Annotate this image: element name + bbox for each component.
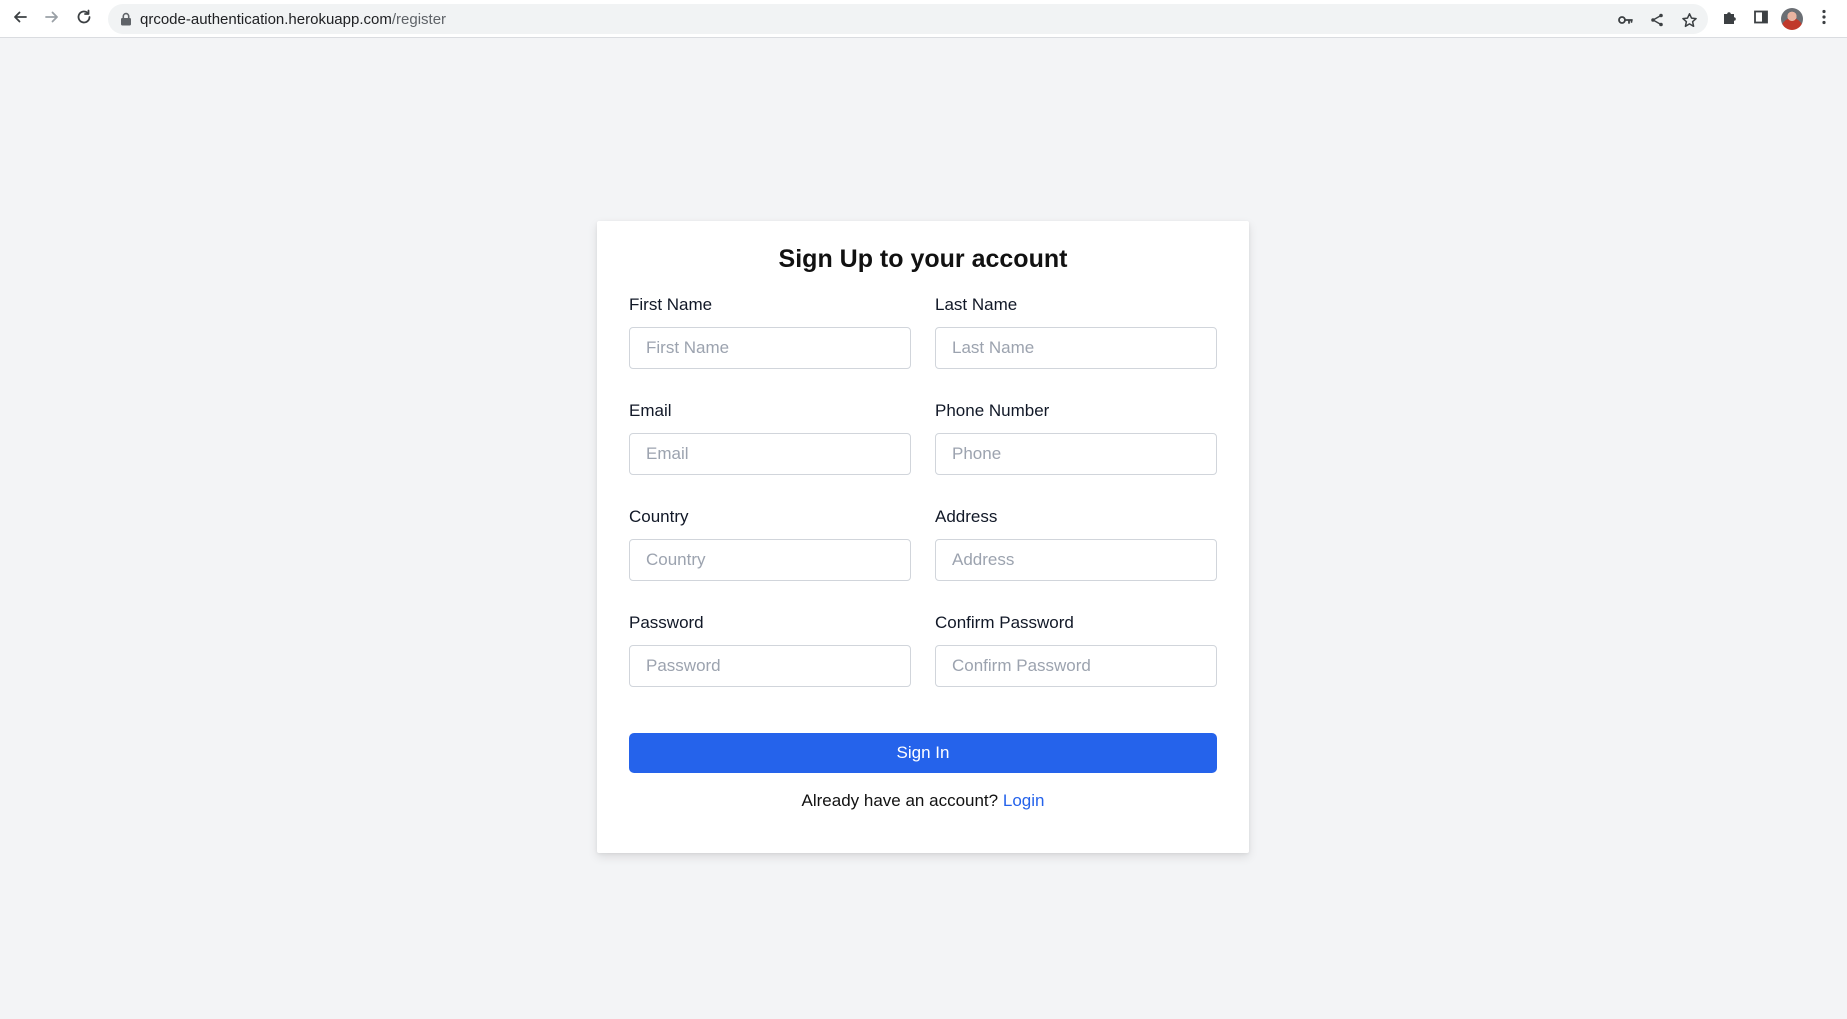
email-input[interactable] (629, 433, 911, 475)
confirm-password-label: Confirm Password (935, 613, 1074, 632)
reload-icon (75, 8, 93, 31)
puzzle-icon (1722, 9, 1738, 30)
back-button[interactable] (6, 5, 34, 33)
address-bar[interactable]: qrcode-authentication.herokuapp.com/regi… (108, 4, 1708, 34)
confirm-password-group: Confirm Password (935, 613, 1217, 687)
profile-button[interactable] (1778, 5, 1806, 33)
login-prompt: Already have an account? Login (597, 790, 1249, 812)
forward-button[interactable] (38, 5, 66, 33)
email-label: Email (629, 401, 672, 420)
page-title: Sign Up to your account (778, 245, 1068, 273)
confirm-password-input[interactable] (935, 645, 1217, 687)
extensions-button[interactable] (1716, 5, 1744, 33)
browser-toolbar: qrcode-authentication.herokuapp.com/regi… (0, 0, 1847, 38)
password-label: Password (629, 613, 704, 632)
avatar (1781, 8, 1803, 30)
arrow-right-icon (43, 8, 61, 31)
phone-label: Phone Number (935, 401, 1050, 420)
url-text[interactable]: qrcode-authentication.herokuapp.com/regi… (140, 11, 446, 28)
login-link[interactable]: Login (1003, 791, 1045, 810)
share-icon[interactable] (1646, 9, 1668, 31)
reload-button[interactable] (70, 5, 98, 33)
address-label: Address (935, 507, 998, 526)
arrow-left-icon (11, 8, 29, 31)
address-input[interactable] (935, 539, 1217, 581)
country-label: Country (629, 507, 689, 526)
last-name-input[interactable] (935, 327, 1217, 369)
first-name-input[interactable] (629, 327, 911, 369)
sign-in-button[interactable]: Sign In (629, 733, 1217, 773)
email-group: Email (629, 401, 911, 475)
side-panel-button[interactable] (1747, 5, 1775, 33)
phone-group: Phone Number (935, 401, 1217, 475)
url-host: qrcode-authentication.herokuapp.com (140, 11, 392, 28)
country-group: Country (629, 507, 911, 581)
phone-input[interactable] (935, 433, 1217, 475)
star-icon[interactable] (1678, 9, 1700, 31)
signup-form: Sign Up to your account First Name Last … (597, 221, 1249, 853)
key-icon[interactable] (1614, 9, 1636, 31)
side-panel-icon (1753, 9, 1769, 30)
country-input[interactable] (629, 539, 911, 581)
url-path: /register (391, 11, 447, 28)
password-input[interactable] (629, 645, 911, 687)
kebab-menu-icon (1821, 9, 1827, 30)
address-group: Address (935, 507, 1217, 581)
last-name-label: Last Name (935, 295, 1018, 314)
first-name-group: First Name (629, 295, 911, 369)
last-name-group: Last Name (935, 295, 1217, 369)
password-group: Password (629, 613, 911, 687)
login-prompt-text: Already have an account? (801, 791, 999, 810)
menu-button[interactable] (1810, 5, 1838, 33)
first-name-label: First Name (629, 295, 713, 314)
lock-icon[interactable] (119, 12, 133, 26)
